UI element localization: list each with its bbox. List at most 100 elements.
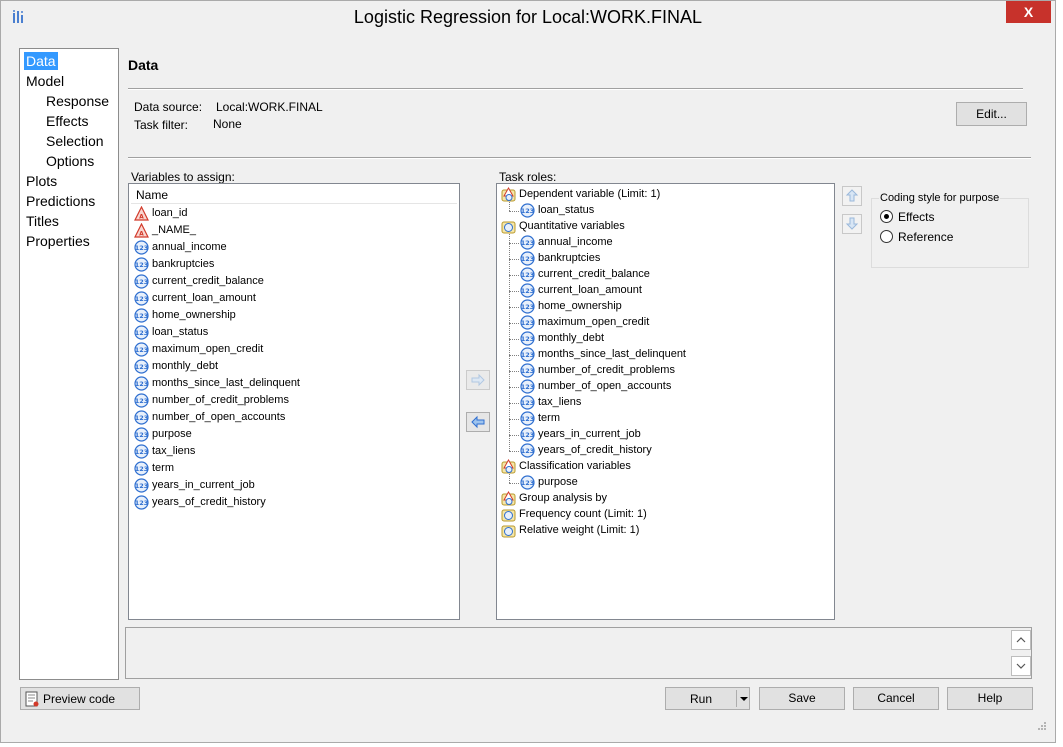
- nav-item-model[interactable]: Model: [24, 72, 66, 90]
- name-column-header[interactable]: Name: [131, 186, 457, 204]
- list-item[interactable]: 123 monthly_debt: [134, 358, 434, 375]
- list-item[interactable]: 123 tax_liens: [134, 443, 434, 460]
- effects-radio[interactable]: [880, 210, 893, 223]
- dropdown-arrow-icon[interactable]: [738, 693, 750, 705]
- role-variable-item[interactable]: 123 years_in_current_job: [520, 426, 820, 443]
- svg-text:123: 123: [135, 261, 149, 269]
- page-title: Data: [128, 57, 159, 73]
- list-item[interactable]: 123 current_loan_amount: [134, 290, 434, 307]
- variables-list[interactable]: Name Aloan_id A _NAME_ 123 annual_income 123 b…: [128, 183, 460, 620]
- nav-item-properties[interactable]: Properties: [24, 232, 92, 250]
- role-node[interactable]: Frequency count (Limit: 1): [501, 506, 801, 523]
- role-variable-item[interactable]: 123 years_of_credit_history: [520, 442, 820, 459]
- list-item[interactable]: 123 maximum_open_credit: [134, 341, 434, 358]
- edit-button[interactable]: Edit...: [956, 102, 1027, 126]
- role-node[interactable]: Group analysis by: [501, 490, 801, 507]
- role-variable-item[interactable]: 123 current_loan_amount: [520, 282, 820, 299]
- svg-text:123: 123: [521, 399, 535, 407]
- nav-item-titles[interactable]: Titles: [24, 212, 61, 230]
- move-up-button[interactable]: [842, 186, 862, 206]
- list-item[interactable]: 123 number_of_open_accounts: [134, 409, 434, 426]
- tree-connector: [509, 202, 510, 211]
- preview-code-button[interactable]: Preview code: [20, 687, 140, 710]
- list-item[interactable]: A _NAME_: [134, 222, 434, 239]
- nav-item-selection[interactable]: Selection: [44, 132, 106, 150]
- svg-text:123: 123: [521, 319, 535, 327]
- move-down-button[interactable]: [842, 214, 862, 234]
- variable-name: current_credit_balance: [152, 275, 264, 287]
- run-button[interactable]: Run: [665, 687, 750, 710]
- role-variable-item[interactable]: 123 home_ownership: [520, 298, 820, 315]
- role-node[interactable]: Relative weight (Limit: 1): [501, 522, 801, 539]
- role-variable-item[interactable]: 123 current_credit_balance: [520, 266, 820, 283]
- list-item[interactable]: Aloan_id: [134, 205, 434, 222]
- svg-text:123: 123: [521, 303, 535, 311]
- role-variable-item[interactable]: 123 bankruptcies: [520, 250, 820, 267]
- role-variable-item[interactable]: 123 tax_liens: [520, 394, 820, 411]
- numeric-variable-icon: 123: [134, 376, 149, 391]
- task-roles-tree[interactable]: Dependent variable (Limit: 1) 123 loan_sta…: [496, 183, 835, 620]
- tree-connector: [509, 435, 519, 436]
- svg-text:123: 123: [521, 479, 535, 487]
- svg-text:123: 123: [521, 351, 535, 359]
- role-variable-item[interactable]: 123 term: [520, 410, 820, 427]
- role-name: Frequency count (Limit: 1): [519, 508, 647, 520]
- close-button[interactable]: X: [1006, 1, 1051, 23]
- list-item[interactable]: 123 months_since_last_delinquent: [134, 375, 434, 392]
- reference-radio[interactable]: [880, 230, 893, 243]
- role-variable-name: number_of_open_accounts: [538, 380, 672, 392]
- variable-name: tax_liens: [152, 445, 196, 457]
- role-variable-item[interactable]: 123 purpose: [520, 474, 820, 491]
- nav-item-response[interactable]: Response: [44, 92, 111, 110]
- role-variable-item[interactable]: 123 monthly_debt: [520, 330, 820, 347]
- variable-name: monthly_debt: [152, 360, 219, 372]
- role-variable-item[interactable]: 123 months_since_last_delinquent: [520, 346, 820, 363]
- divider: [128, 157, 1031, 159]
- role-variable-name: current_credit_balance: [538, 268, 650, 280]
- role-variable-item[interactable]: 123 maximum_open_credit: [520, 314, 820, 331]
- tree-connector: [509, 234, 510, 451]
- tree-connector: [509, 291, 519, 292]
- list-item[interactable]: 123 years_in_current_job: [134, 477, 434, 494]
- role-variable-item[interactable]: 123 loan_status: [520, 202, 820, 219]
- list-item[interactable]: 123 annual_income: [134, 239, 434, 256]
- svg-text:123: 123: [521, 255, 535, 263]
- svg-text:123: 123: [135, 499, 149, 507]
- effects-radio-label[interactable]: Effects: [898, 210, 934, 224]
- scroll-down-button[interactable]: [1011, 656, 1031, 676]
- nav-item-options[interactable]: Options: [44, 152, 96, 170]
- nav-item-predictions[interactable]: Predictions: [24, 192, 97, 210]
- role-node[interactable]: Classification variables: [501, 458, 801, 475]
- list-item[interactable]: 123 term: [134, 460, 434, 477]
- nav-item-data[interactable]: Data: [24, 52, 58, 70]
- cancel-button[interactable]: Cancel: [853, 687, 939, 710]
- list-item[interactable]: 123 home_ownership: [134, 307, 434, 324]
- resize-grip-icon[interactable]: [1035, 721, 1047, 733]
- role-variable-name: annual_income: [538, 236, 613, 248]
- save-button[interactable]: Save: [759, 687, 845, 710]
- scroll-up-button[interactable]: [1011, 630, 1031, 650]
- data-source-label: Data source:: [134, 100, 203, 114]
- role-node[interactable]: Quantitative variables: [501, 218, 801, 235]
- list-item[interactable]: 123 purpose: [134, 426, 434, 443]
- variable-name: term: [152, 462, 174, 474]
- role-node[interactable]: Dependent variable (Limit: 1): [501, 186, 801, 203]
- tree-connector: [509, 451, 519, 452]
- numeric-variable-icon: 123: [520, 443, 535, 458]
- reference-radio-label[interactable]: Reference: [898, 230, 953, 244]
- role-variable-item[interactable]: 123 annual_income: [520, 234, 820, 251]
- list-item[interactable]: 123 loan_status: [134, 324, 434, 341]
- help-button[interactable]: Help: [947, 687, 1033, 710]
- add-variable-button[interactable]: [466, 370, 490, 390]
- role-character-icon: [501, 187, 516, 202]
- nav-item-plots[interactable]: Plots: [24, 172, 59, 190]
- list-item[interactable]: 123 years_of_credit_history: [134, 494, 434, 511]
- role-variable-item[interactable]: 123 number_of_credit_problems: [520, 362, 820, 379]
- list-item[interactable]: 123 number_of_credit_problems: [134, 392, 434, 409]
- list-item[interactable]: 123 current_credit_balance: [134, 273, 434, 290]
- nav-item-effects[interactable]: Effects: [44, 112, 91, 130]
- role-variable-item[interactable]: 123 number_of_open_accounts: [520, 378, 820, 395]
- remove-variable-button[interactable]: [466, 412, 490, 432]
- variable-name: annual_income: [152, 241, 227, 253]
- list-item[interactable]: 123 bankruptcies: [134, 256, 434, 273]
